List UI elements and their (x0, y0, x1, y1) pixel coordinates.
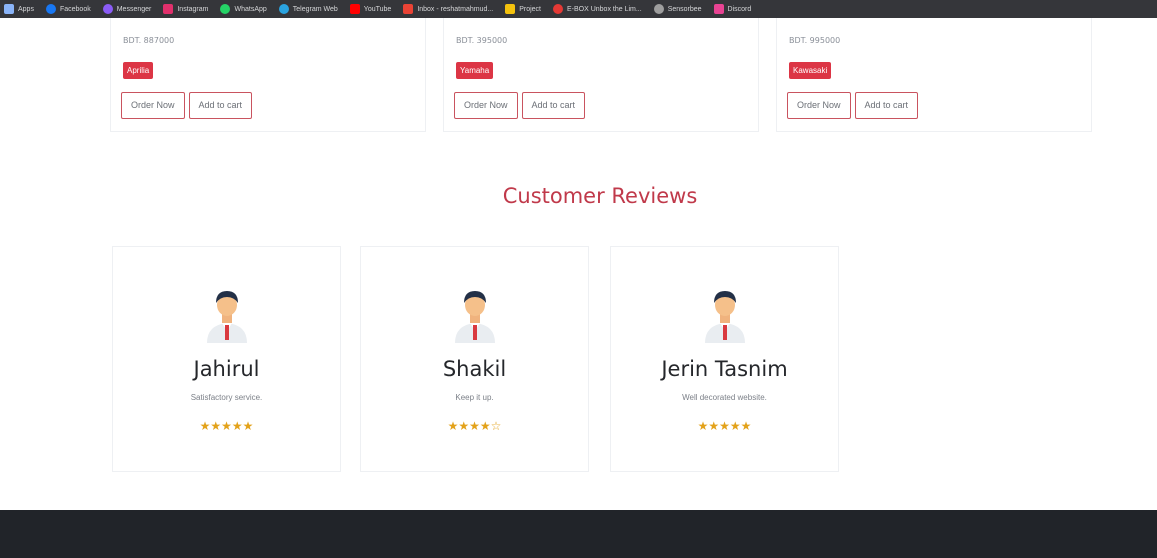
bookmark-youtube[interactable]: YouTube (349, 4, 392, 14)
footer (0, 510, 1157, 558)
facebook-icon (45, 4, 56, 14)
bookmark-label: Telegram Web (292, 5, 338, 13)
bookmark-project[interactable]: Project (505, 4, 541, 14)
discord-icon (713, 4, 724, 14)
bookmark-label: WhatsApp (234, 5, 267, 13)
brand-badge: Kawasaki (789, 62, 832, 79)
bookmark-label: E-BOX Unbox the Lim... (566, 5, 642, 13)
user-avatar-icon (206, 291, 247, 343)
section-title: Customer Reviews (502, 184, 698, 208)
brand-badge: Yamaha (456, 62, 494, 79)
messenger-icon (102, 4, 113, 14)
star-rating: ★★★★★ (697, 419, 752, 433)
star-rating: ★★★★☆ (447, 419, 502, 433)
brand-badge: Aprilia (123, 62, 154, 79)
reviewer-name: Shakil (442, 357, 507, 381)
review-card: Shakil Keep it up. ★★★★☆ (360, 246, 589, 472)
product-price: BDT. 995000 (789, 36, 841, 45)
instagram-icon (163, 4, 174, 14)
add-to-cart-button[interactable]: Add to cart (521, 92, 586, 119)
bookmark-discord[interactable]: Discord (713, 4, 752, 14)
bookmark-ebox[interactable]: E-BOX Unbox the Lim... (552, 4, 642, 14)
order-now-button[interactable]: Order Now (787, 92, 851, 119)
order-now-button[interactable]: Order Now (121, 92, 185, 119)
telegram-icon (278, 4, 289, 14)
user-avatar-icon (454, 291, 495, 343)
bookmark-sensorbee[interactable]: Sensorbee (653, 4, 702, 14)
bookmark-label: Instagram (177, 5, 209, 13)
add-to-cart-button[interactable]: Add to cart (188, 92, 253, 119)
ebox-icon (552, 4, 563, 14)
bookmark-label: Apps (18, 5, 34, 13)
review-card: Jahirul Satisfactory service. ★★★★★ (112, 246, 341, 472)
reviewer-name: Jerin Tasnim (661, 357, 788, 381)
folder-icon (505, 4, 516, 14)
reviewer-name: Jahirul (193, 357, 260, 381)
globe-icon (653, 4, 664, 14)
bookmark-label: Project (519, 5, 541, 13)
bookmark-label: YouTube (363, 5, 392, 13)
product-card: BDT. 887000 Aprilia Order Now Add to car… (110, 18, 426, 132)
star-rating: ★★★★★ (199, 419, 254, 433)
bookmark-label: Facebook (59, 5, 91, 13)
review-text: Keep it up. (455, 393, 494, 402)
add-to-cart-button[interactable]: Add to cart (854, 92, 919, 119)
product-card: BDT. 995000 Kawasaki Order Now Add to ca… (776, 18, 1092, 132)
bookmark-instagram[interactable]: Instagram (163, 4, 208, 14)
bookmark-telegram[interactable]: Telegram Web (278, 4, 338, 14)
product-price: BDT. 395000 (456, 36, 508, 45)
bookmark-whatsapp[interactable]: WhatsApp (220, 4, 267, 14)
product-price: BDT. 887000 (123, 36, 175, 45)
bookmark-messenger[interactable]: Messenger (102, 4, 152, 14)
apps-icon (4, 4, 14, 14)
review-card: Jerin Tasnim Well decorated website. ★★★… (610, 246, 839, 472)
bookmark-apps[interactable]: Apps (4, 4, 34, 14)
bookmark-gmail[interactable]: Inbox - reshatmahmud... (403, 4, 493, 14)
product-card: BDT. 395000 Yamaha Order Now Add to cart (443, 18, 759, 132)
bookmark-facebook[interactable]: Facebook (45, 4, 91, 14)
bookmark-label: Discord (727, 5, 752, 13)
bookmarks-bar: Apps Facebook Messenger Instagram WhatsA… (0, 0, 1157, 18)
gmail-icon (403, 4, 414, 14)
review-text: Satisfactory service. (190, 393, 263, 402)
review-text: Well decorated website. (682, 393, 767, 402)
order-now-button[interactable]: Order Now (454, 92, 518, 119)
whatsapp-icon (220, 4, 231, 14)
bookmark-label: Inbox - reshatmahmud... (417, 5, 494, 13)
youtube-icon (349, 4, 360, 14)
bookmark-label: Messenger (116, 5, 152, 13)
bookmark-label: Sensorbee (667, 5, 702, 13)
user-avatar-icon (704, 291, 745, 343)
